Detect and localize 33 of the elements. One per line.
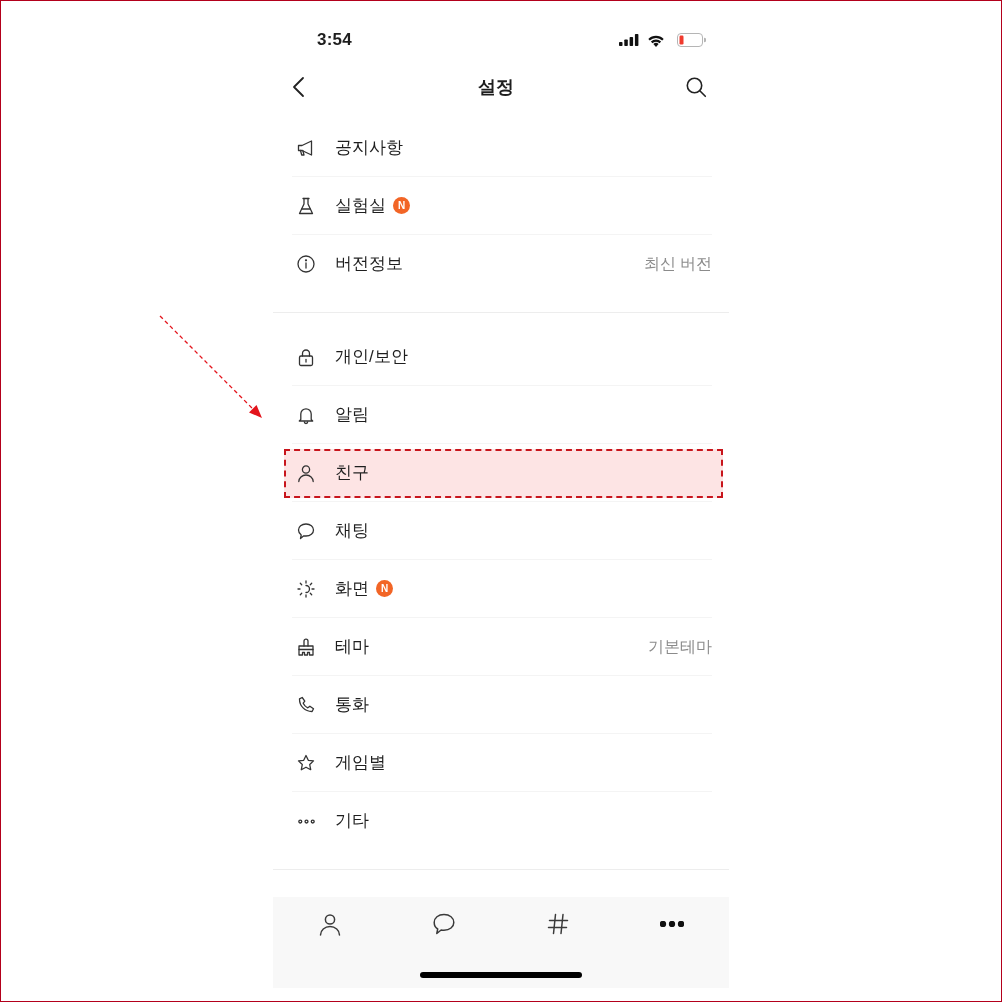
search-icon bbox=[685, 76, 707, 98]
wifi-icon bbox=[647, 33, 665, 47]
item-value: 최신 버전 bbox=[643, 254, 712, 274]
menu-item[interactable]: 채팅 bbox=[292, 502, 712, 560]
menu-item[interactable]: 친구 bbox=[292, 444, 712, 502]
menu-item[interactable]: 실험실 N bbox=[292, 177, 712, 235]
menu-item[interactable]: 게임별 bbox=[292, 734, 712, 792]
speech-bubble-icon bbox=[296, 520, 316, 541]
flask-icon bbox=[296, 195, 316, 216]
menu-item[interactable]: 개인/보안 bbox=[292, 328, 712, 386]
lock-icon bbox=[296, 346, 316, 367]
battery-icon bbox=[677, 33, 706, 47]
brush-icon bbox=[296, 636, 316, 657]
star-icon bbox=[296, 752, 316, 773]
new-badge: N bbox=[393, 197, 410, 214]
menu-item[interactable]: 통화 bbox=[292, 676, 712, 734]
signal-icon bbox=[619, 34, 639, 46]
menu-item[interactable]: 공지사항 bbox=[292, 119, 712, 177]
menu-item[interactable]: 화면 N bbox=[292, 560, 712, 618]
menu-item[interactable]: 테마 기본테마 bbox=[292, 618, 712, 676]
menu-item[interactable]: 기타 bbox=[292, 792, 712, 850]
menu-item[interactable]: 알림 bbox=[292, 386, 712, 444]
back-icon bbox=[291, 76, 307, 98]
phone-icon bbox=[296, 694, 316, 715]
new-badge: N bbox=[376, 580, 393, 597]
item-value: 기본테마 bbox=[648, 636, 712, 657]
person-icon bbox=[296, 462, 316, 483]
screen-title: 설정 bbox=[478, 75, 514, 99]
info-icon bbox=[296, 254, 316, 274]
menu-item[interactable]: 버전정보 최신 버전 bbox=[292, 235, 712, 293]
more-icon bbox=[297, 818, 315, 824]
sun-icon bbox=[296, 578, 316, 599]
status-time: 3:54 bbox=[317, 29, 352, 52]
